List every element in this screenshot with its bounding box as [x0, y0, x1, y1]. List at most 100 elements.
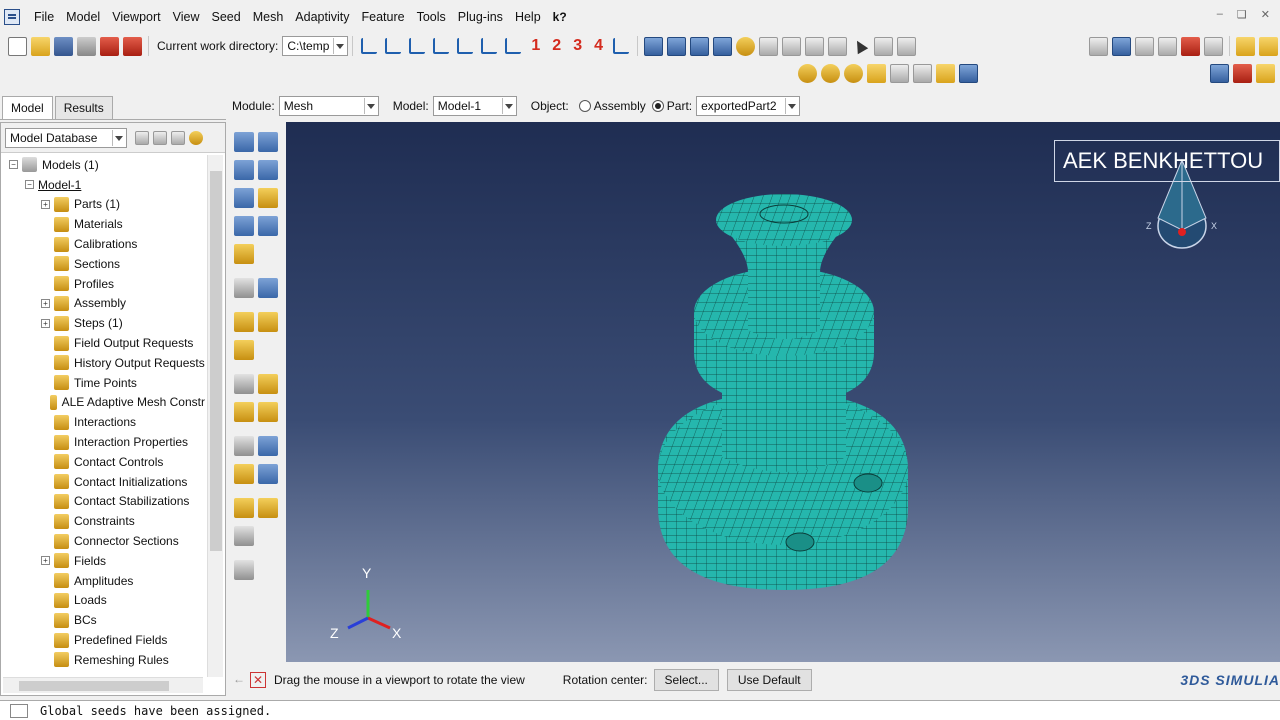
datum-point-icon[interactable] — [258, 374, 278, 394]
tree-node[interactable]: Time Points — [1, 373, 205, 393]
undo-icon[interactable] — [890, 64, 909, 83]
menu-help[interactable]: Help — [509, 10, 547, 24]
tree-node[interactable]: Interaction Properties — [1, 432, 205, 452]
table-icon[interactable] — [759, 36, 778, 56]
cycle-views-icon[interactable] — [1204, 36, 1223, 56]
merge-icon[interactable] — [258, 498, 278, 518]
tree-expander-icon[interactable]: + — [41, 556, 50, 566]
view-xz-icon[interactable] — [481, 38, 498, 54]
mesh-stats-icon[interactable] — [258, 278, 278, 298]
view-xy-icon[interactable] — [361, 38, 378, 54]
tree-node[interactable]: Loads — [1, 591, 205, 611]
menu-seed[interactable]: Seed — [206, 10, 247, 24]
rotate-icon[interactable] — [1112, 36, 1131, 56]
module-combo[interactable]: Mesh — [278, 96, 379, 116]
menu-file[interactable]: File — [28, 10, 60, 24]
display-group-icon[interactable] — [1236, 36, 1255, 56]
virtual-topology-icon[interactable] — [234, 278, 254, 298]
tree-node[interactable]: + Assembly — [1, 294, 205, 314]
back-arrow-icon[interactable]: ← — [230, 672, 248, 688]
menu-view[interactable]: View — [167, 10, 206, 24]
render-shaded-icon[interactable] — [713, 36, 732, 56]
text-annotation-icon[interactable] — [828, 36, 847, 56]
model-combo[interactable]: Model-1 — [432, 96, 517, 116]
scrollbar-thumb[interactable] — [19, 681, 169, 691]
datum-plane-icon[interactable] — [258, 402, 278, 422]
view-yx-icon[interactable] — [433, 38, 450, 54]
tree-node[interactable]: + Steps (1) — [1, 313, 205, 333]
save-icon[interactable] — [54, 36, 73, 56]
edit-set-icon[interactable] — [234, 526, 254, 546]
mesh-region-icon[interactable] — [258, 312, 278, 332]
tree-node[interactable]: Contact Stabilizations — [1, 492, 205, 512]
copy-icon[interactable] — [258, 464, 278, 484]
create-part-icon[interactable] — [234, 498, 254, 518]
tree-node[interactable]: + Fields — [1, 551, 205, 571]
render-hidden-icon[interactable] — [690, 36, 709, 56]
print-icon[interactable] — [77, 36, 96, 56]
mesh-display-icon[interactable] — [1210, 64, 1229, 83]
seed-part-icon[interactable] — [234, 132, 254, 152]
tree-node[interactable]: − Models (1) — [1, 155, 205, 175]
use-default-button[interactable]: Use Default — [726, 669, 812, 691]
line-tool-icon[interactable] — [805, 36, 824, 56]
menu-plug-ins[interactable]: Plug-ins — [452, 10, 509, 24]
render-style-icon[interactable] — [644, 36, 663, 56]
mesh-color-icon[interactable] — [1233, 64, 1252, 83]
list-icon[interactable] — [897, 36, 916, 56]
part-display-icon[interactable] — [959, 64, 978, 83]
saved-view-3-button[interactable]: 3 — [573, 37, 582, 55]
new-file-icon[interactable] — [8, 36, 27, 56]
whats-this-icon[interactable]: k? — [553, 10, 567, 24]
part-radio[interactable] — [651, 100, 664, 112]
toolbox-icon[interactable] — [874, 36, 893, 56]
partition-cell-icon[interactable] — [234, 244, 254, 264]
delete-edge-seeds-icon[interactable] — [258, 160, 278, 180]
sphere-icon[interactable] — [844, 64, 863, 83]
redo-icon[interactable] — [913, 64, 932, 83]
magnify-icon[interactable] — [1135, 36, 1154, 56]
tree-vertical-scrollbar[interactable] — [207, 155, 223, 677]
query-point-icon[interactable] — [234, 374, 254, 394]
assembly-radio[interactable] — [578, 100, 591, 112]
tree-node[interactable]: BCs — [1, 610, 205, 630]
menu-model[interactable]: Model — [60, 10, 106, 24]
render-mode-icon[interactable] — [798, 64, 817, 83]
view-options-icon[interactable] — [613, 38, 629, 54]
tree-node[interactable]: − Model-1 — [1, 175, 205, 195]
tree-node[interactable]: Interactions — [1, 412, 205, 432]
display-options-icon[interactable] — [936, 64, 955, 83]
open-folder-icon[interactable] — [31, 36, 50, 56]
scrollbar-thumb[interactable] — [210, 171, 222, 551]
view-zy-icon[interactable] — [457, 38, 474, 54]
tree-node[interactable]: Predefined Fields — [1, 630, 205, 650]
import-icon[interactable] — [100, 36, 119, 56]
tree-expander-icon[interactable]: + — [41, 318, 50, 328]
menu-viewport[interactable]: Viewport — [106, 10, 166, 24]
tree-expander-icon[interactable]: − — [9, 160, 18, 170]
tree-expander-icon[interactable]: + — [41, 298, 50, 308]
part-combo[interactable]: exportedPart2 — [696, 96, 801, 116]
select-arrow-icon[interactable] — [851, 37, 870, 56]
viewport[interactable]: Y X Z Z X AEK BENKHETTOU — [286, 122, 1280, 662]
pan-icon[interactable] — [1089, 36, 1108, 56]
auto-fit-icon[interactable] — [1181, 36, 1200, 56]
view-yz-icon[interactable] — [385, 38, 402, 54]
mesh-part-drawing[interactable]: Y X Z Z X — [286, 122, 1280, 662]
csys-axes-icon[interactable] — [258, 436, 278, 456]
tree-node[interactable]: History Output Requests — [1, 353, 205, 373]
collapse-icon[interactable] — [153, 130, 167, 145]
query-icon[interactable] — [782, 36, 801, 56]
close-icon[interactable]: ✕ — [1261, 8, 1270, 21]
transform-icon[interactable] — [234, 464, 254, 484]
box-zoom-icon[interactable] — [1158, 36, 1177, 56]
minimize-icon[interactable]: – — [1217, 8, 1223, 21]
tree-node[interactable]: Remeshing Rules — [1, 650, 205, 670]
tool-select-icon[interactable] — [867, 64, 886, 83]
tree-expander-icon[interactable]: + — [41, 199, 50, 209]
csys-icon[interactable] — [234, 436, 254, 456]
tree-node[interactable]: Contact Controls — [1, 452, 205, 472]
saved-view-4-button[interactable]: 4 — [594, 37, 603, 55]
cancel-procedure-button[interactable]: ✕ — [250, 672, 266, 688]
export-icon[interactable] — [123, 36, 142, 56]
